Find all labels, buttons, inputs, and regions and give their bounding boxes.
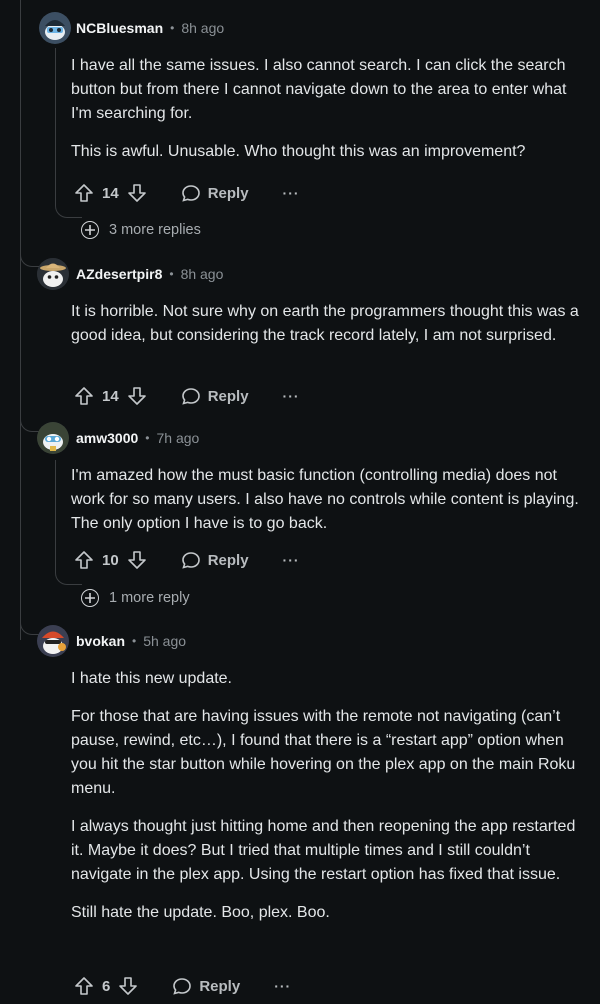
avatar[interactable] xyxy=(37,422,69,454)
plus-circle-icon xyxy=(81,221,99,239)
snoo-avatar-icon xyxy=(39,12,71,44)
reply-button[interactable]: Reply xyxy=(181,386,249,406)
comment-paragraph: I always thought just hitting home and t… xyxy=(71,818,576,883)
meta-separator: • xyxy=(170,21,175,35)
more-options-button[interactable]: ··· xyxy=(274,978,291,994)
upvote-icon[interactable] xyxy=(74,183,94,203)
timestamp: 8h ago xyxy=(180,266,224,282)
reply-label: Reply xyxy=(199,977,241,995)
username[interactable]: amw3000 xyxy=(76,430,138,446)
vote-score: 14 xyxy=(102,184,119,202)
thread-line xyxy=(55,48,56,203)
more-replies-button[interactable]: 1 more reply xyxy=(81,589,190,607)
more-replies-label: 1 more reply xyxy=(109,590,190,606)
comment-body: I have all the same issues. I also canno… xyxy=(71,54,583,178)
thread-line xyxy=(55,460,56,570)
username[interactable]: bvokan xyxy=(76,633,125,649)
timestamp: 7h ago xyxy=(156,430,200,446)
timestamp: 5h ago xyxy=(143,633,187,649)
meta-separator: • xyxy=(132,634,137,648)
comment-paragraph: I'm amazed how the must basic function (… xyxy=(71,467,579,532)
snoo-avatar-icon xyxy=(37,422,69,454)
comment-body: It is horrible. Not sure why on earth th… xyxy=(71,300,583,362)
reply-bubble-icon xyxy=(173,978,192,995)
reply-bubble-icon xyxy=(181,388,200,405)
comment-paragraph: I have all the same issues. I also canno… xyxy=(71,57,567,122)
snoo-avatar-icon xyxy=(37,258,69,290)
reply-label: Reply xyxy=(207,551,249,569)
downvote-icon[interactable] xyxy=(127,550,147,570)
vote-score: 14 xyxy=(102,387,119,405)
more-options-button[interactable]: ··· xyxy=(283,185,300,201)
comment-actions: 14 Reply ··· xyxy=(74,383,300,409)
meta-separator: • xyxy=(169,267,174,281)
reply-button[interactable]: Reply xyxy=(181,550,249,570)
avatar[interactable] xyxy=(37,625,69,657)
downvote-icon[interactable] xyxy=(118,976,138,996)
more-options-button[interactable]: ··· xyxy=(283,388,300,404)
comment-actions: 14 Reply ··· xyxy=(74,180,300,206)
comment-paragraph: This is awful. Unusable. Who thought thi… xyxy=(71,143,526,160)
reply-label: Reply xyxy=(207,184,249,202)
comment-body: I hate this new update. For those that a… xyxy=(71,667,583,939)
reply-label: Reply xyxy=(207,387,249,405)
more-options-button[interactable]: ··· xyxy=(283,552,300,568)
username[interactable]: NCBluesman xyxy=(76,20,163,36)
reply-button[interactable]: Reply xyxy=(181,183,249,203)
meta-separator: • xyxy=(145,431,150,445)
thread-line xyxy=(20,0,21,640)
avatar[interactable] xyxy=(37,258,69,290)
reply-button[interactable]: Reply xyxy=(172,976,240,996)
reply-bubble-icon xyxy=(181,552,200,569)
comment-actions: 6 Reply ··· xyxy=(74,973,291,999)
comment-paragraph: For those that are having issues with th… xyxy=(71,708,576,797)
comment-paragraph: I hate this new update. xyxy=(71,670,232,687)
upvote-icon[interactable] xyxy=(74,550,94,570)
snoo-avatar-icon xyxy=(37,625,69,657)
reply-bubble-icon xyxy=(181,185,200,202)
vote-score: 6 xyxy=(102,977,111,995)
vote-score: 10 xyxy=(102,551,119,569)
more-replies-button[interactable]: 3 more replies xyxy=(81,221,201,239)
downvote-icon[interactable] xyxy=(127,386,147,406)
avatar[interactable] xyxy=(39,12,71,44)
more-replies-label: 3 more replies xyxy=(109,222,201,238)
username[interactable]: AZdesertpir8 xyxy=(76,266,162,282)
comment-paragraph: Still hate the update. Boo, plex. Boo. xyxy=(71,904,330,921)
plus-circle-icon xyxy=(81,589,99,607)
timestamp: 8h ago xyxy=(181,20,225,36)
upvote-icon[interactable] xyxy=(74,386,94,406)
comment-body: I'm amazed how the must basic function (… xyxy=(71,464,583,550)
comment-paragraph: It is horrible. Not sure why on earth th… xyxy=(71,303,579,344)
downvote-icon[interactable] xyxy=(127,183,147,203)
upvote-icon[interactable] xyxy=(74,976,94,996)
comment-actions: 10 Reply ··· xyxy=(74,547,300,573)
